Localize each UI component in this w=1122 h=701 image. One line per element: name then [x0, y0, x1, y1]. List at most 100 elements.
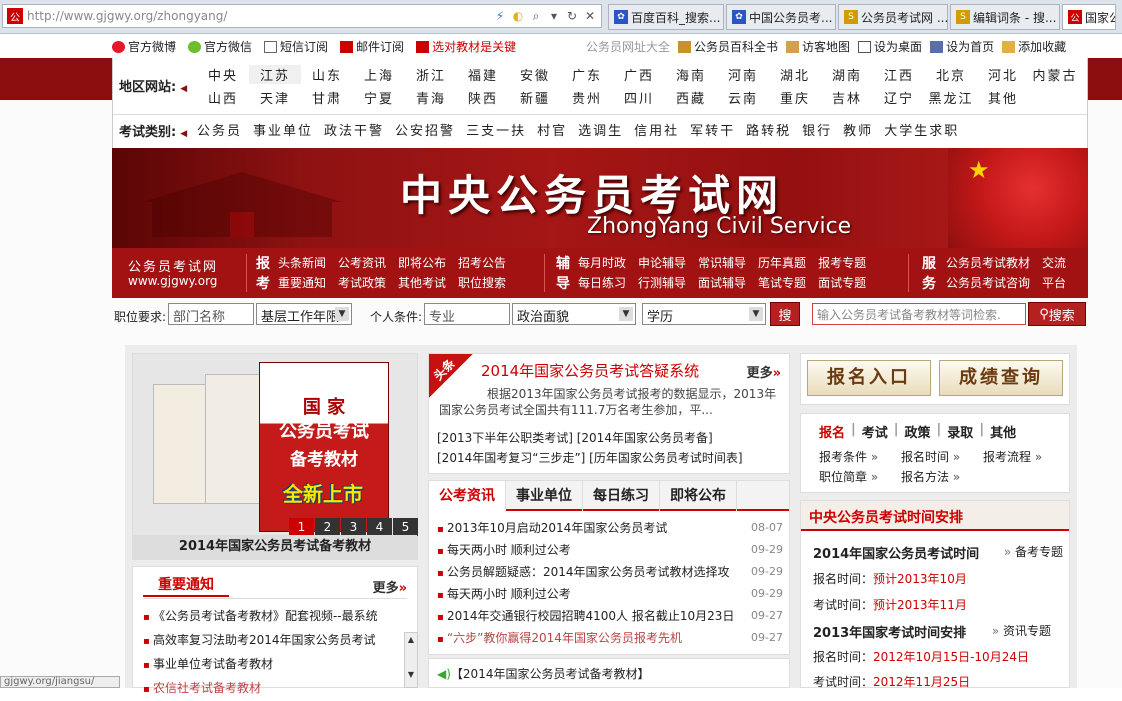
url-text[interactable]: http://www.gjgwy.org/zhongyang/	[27, 9, 493, 23]
list-item[interactable]: “六步”教你赢得2014年国家公务员报考先机 09-27	[437, 627, 783, 649]
list-item[interactable]: 每天两小时 顺利过公考 09-29	[437, 583, 783, 605]
category-link[interactable]: 选调生	[578, 120, 623, 139]
news-title[interactable]: 每天两小时 顺利过公考	[437, 583, 571, 605]
list-item[interactable]: 每天两小时 顺利过公考 09-29	[437, 539, 783, 561]
news-title[interactable]: 公务员解题疑惑：2014年国家公务员考试教材选择攻	[437, 561, 730, 583]
region-link[interactable]: 中央	[197, 65, 249, 84]
carousel-page-button[interactable]: 4	[367, 518, 392, 536]
news-title[interactable]: 每天两小时 顺利过公考	[437, 539, 571, 561]
carousel-page-button[interactable]: 3	[341, 518, 366, 536]
list-item[interactable]: 农信社考试备考教材	[143, 677, 378, 701]
prep-topic-link[interactable]: » 备考专题	[1004, 543, 1063, 560]
region-link[interactable]: 天津	[249, 88, 301, 107]
category-link[interactable]: 三支一扶	[466, 120, 526, 139]
list-item[interactable]: 2014年交通银行校园招聘4100人 报名截止10月23日 09-27	[437, 605, 783, 627]
quick-link[interactable]: 职位简章	[819, 468, 901, 485]
region-link[interactable]: 安徽	[509, 65, 561, 84]
category-link[interactable]: 政法干警	[324, 120, 384, 139]
nav-link[interactable]: 公务员考试咨询	[946, 274, 1030, 291]
news-tab[interactable]: 事业单位	[506, 481, 583, 511]
region-link[interactable]: 内蒙古	[1029, 65, 1081, 84]
nav-link[interactable]: 面试专题	[818, 274, 866, 291]
category-link[interactable]: 公安招警	[395, 120, 455, 139]
weibo-link[interactable]: 官方微博	[112, 38, 176, 55]
list-item[interactable]: 公务员解题疑惑：2014年国家公务员考试教材选择攻 09-29	[437, 561, 783, 583]
nav-link[interactable]: 公考资讯	[338, 254, 386, 271]
nav-link[interactable]: 常识辅导	[698, 254, 746, 271]
region-link[interactable]: 陕西	[457, 88, 509, 107]
nav-link[interactable]: 职位搜索	[458, 274, 506, 291]
quick-link-category[interactable]: 报名	[819, 422, 845, 441]
region-link[interactable]: 北京	[925, 65, 977, 84]
category-link[interactable]: 信用社	[634, 120, 679, 139]
education-select[interactable]: 学历	[642, 303, 766, 325]
region-link[interactable]: 四川	[613, 88, 665, 107]
nav-link[interactable]: 招考公告	[458, 254, 506, 271]
register-entry-button[interactable]: 报名入口	[807, 360, 931, 396]
nav-link[interactable]: 公务员考试教材	[946, 254, 1030, 271]
add-favorite-link[interactable]: 添加收藏	[1002, 38, 1066, 55]
score-query-button[interactable]: 成绩查询	[939, 360, 1063, 396]
region-link[interactable]: 西藏	[665, 88, 717, 107]
region-link[interactable]: 辽宁	[873, 88, 925, 107]
category-link[interactable]: 银行	[802, 120, 832, 139]
sms-subscribe-link[interactable]: 短信订阅	[264, 38, 328, 55]
nav-link[interactable]: 头条新闻	[278, 254, 326, 271]
important-title[interactable]: 重要通知	[143, 573, 229, 597]
nav-link[interactable]: 每日练习	[578, 274, 626, 291]
region-link[interactable]: 湖北	[769, 65, 821, 84]
scrollbar[interactable]: ▲ ▼	[404, 632, 418, 688]
news-tab[interactable]: 公考资讯	[429, 481, 506, 511]
quick-link-category[interactable]: 录取	[947, 422, 973, 441]
category-link[interactable]: 事业单位	[253, 120, 313, 139]
refresh-icon[interactable]: ↻	[565, 9, 579, 24]
region-link[interactable]: 其他	[977, 88, 1029, 107]
more-link[interactable]: 更多	[373, 577, 407, 596]
major-input[interactable]: 专业	[424, 303, 510, 325]
job-search-button[interactable]: 搜	[770, 302, 800, 326]
category-link[interactable]: 村官	[537, 120, 567, 139]
region-link[interactable]: 山东	[301, 65, 353, 84]
region-link[interactable]: 广西	[613, 65, 665, 84]
list-item[interactable]: 高效率复习法助考2014年国家公务员考试	[143, 629, 378, 653]
region-link[interactable]: 云南	[717, 88, 769, 107]
nav-link[interactable]: 面试辅导	[698, 274, 746, 291]
textbook-link[interactable]: 选对教材是关键	[416, 38, 516, 55]
tag-link[interactable]: [历年国家公务员考试时间表]	[589, 451, 742, 465]
region-link[interactable]: 上海	[353, 65, 405, 84]
region-link[interactable]: 河北	[977, 65, 1029, 84]
nav-link[interactable]: 其他考试	[398, 274, 446, 291]
close-icon[interactable]: ✕	[583, 9, 597, 24]
site-directory-link[interactable]: 公务员网址大全	[586, 38, 670, 55]
quick-link-category[interactable]: 其他	[990, 422, 1016, 441]
tab-baidu-baike[interactable]: ✿ 百度百科_搜索...	[608, 4, 724, 30]
scroll-up-icon[interactable]: ▲	[405, 635, 417, 644]
region-link[interactable]: 河南	[717, 65, 769, 84]
department-input[interactable]: 部门名称	[168, 303, 254, 325]
carousel-page-button[interactable]: 1	[289, 518, 314, 536]
nav-link[interactable]: 重要通知	[278, 274, 326, 291]
region-link[interactable]: 重庆	[769, 88, 821, 107]
site-search-input[interactable]: 输入公务员考试备考教材等词检索.	[812, 303, 1026, 325]
address-bar[interactable]: 公 http://www.gjgwy.org/zhongyang/ ⚡ ◐ ⌕ …	[2, 4, 602, 28]
headline-title[interactable]: 2014年国家公务员考试答疑系统	[481, 360, 699, 381]
nav-link[interactable]: 考试政策	[338, 274, 386, 291]
textbook-promo[interactable]: 国 家 公务员考试 备考教材 全新上市 12345 2014年国家公务员考试备考…	[132, 353, 418, 560]
region-link[interactable]: 海南	[665, 65, 717, 84]
region-link[interactable]: 江苏	[249, 65, 301, 84]
region-link[interactable]: 浙江	[405, 65, 457, 84]
scroll-down-icon[interactable]: ▼	[405, 670, 417, 679]
nav-link[interactable]: 平台	[1042, 274, 1066, 291]
region-link[interactable]: 山西	[197, 88, 249, 107]
years-select[interactable]: 基层工作年限	[256, 303, 352, 325]
category-link[interactable]: 公务员	[197, 120, 242, 139]
nav-link[interactable]: 报考专题	[818, 254, 866, 271]
quick-link-category[interactable]: 政策	[905, 422, 931, 441]
list-item[interactable]: 《公务员考试备考教材》配套视频--最系统	[143, 605, 378, 629]
news-title[interactable]: 2014年交通银行校园招聘4100人 报名截止10月23日	[437, 605, 734, 627]
tab-gwy-china[interactable]: ✿ 中国公务员考...	[726, 4, 836, 30]
visitor-map-link[interactable]: 访客地图	[786, 38, 850, 55]
political-status-select[interactable]: 政治面貌	[512, 303, 636, 325]
nav-link[interactable]: 历年真题	[758, 254, 806, 271]
region-link[interactable]: 广东	[561, 65, 613, 84]
